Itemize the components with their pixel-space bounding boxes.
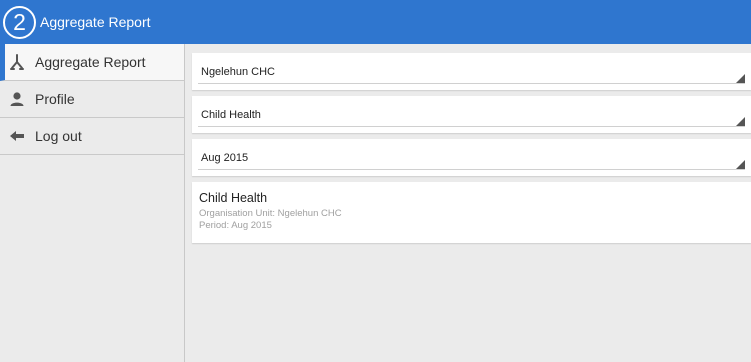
spinner-underline <box>198 126 745 127</box>
spinner-underline <box>198 169 745 170</box>
report-card[interactable]: Child Health Organisation Unit: Ngelehun… <box>192 182 751 243</box>
data-set-value: Child Health <box>201 109 261 121</box>
app-root: 2 Aggregate Report Aggregate Report Prof… <box>0 0 751 362</box>
dropdown-triangle-icon <box>736 74 745 83</box>
period-spinner[interactable]: Aug 2015 <box>192 139 751 176</box>
sidebar-item-log-out[interactable]: Log out <box>0 118 184 155</box>
sidebar-item-aggregate-report[interactable]: Aggregate Report <box>0 44 184 81</box>
period-value: Aug 2015 <box>201 152 249 164</box>
arrow-left-icon <box>7 126 27 146</box>
org-unit-value: Ngelehun CHC <box>201 66 275 78</box>
spinner-underline <box>198 83 745 84</box>
aggregate-fork-icon <box>7 52 27 72</box>
app-logo-icon: 2 <box>3 5 36 39</box>
report-org-unit: Organisation Unit: Ngelehun CHC <box>199 208 342 219</box>
sidebar-item-profile[interactable]: Profile <box>0 81 184 118</box>
sidebar-item-label: Log out <box>35 128 82 144</box>
dropdown-triangle-icon <box>736 117 745 126</box>
navigation-drawer: Aggregate Report Profile Log out <box>0 44 185 362</box>
action-bar: 2 Aggregate Report <box>0 0 751 44</box>
dropdown-triangle-icon <box>736 160 745 169</box>
app-title: Aggregate Report <box>40 14 151 30</box>
report-title: Child Health <box>199 191 268 205</box>
org-unit-spinner[interactable]: Ngelehun CHC <box>192 53 751 90</box>
report-period: Period: Aug 2015 <box>199 220 272 231</box>
sidebar-item-label: Profile <box>35 91 75 107</box>
data-set-spinner[interactable]: Child Health <box>192 96 751 133</box>
main-content: Ngelehun CHC Child Health Aug 2015 Child… <box>186 44 751 362</box>
person-icon <box>7 89 27 109</box>
app-logo-glyph: 2 <box>13 8 26 35</box>
sidebar-item-label: Aggregate Report <box>35 54 146 70</box>
